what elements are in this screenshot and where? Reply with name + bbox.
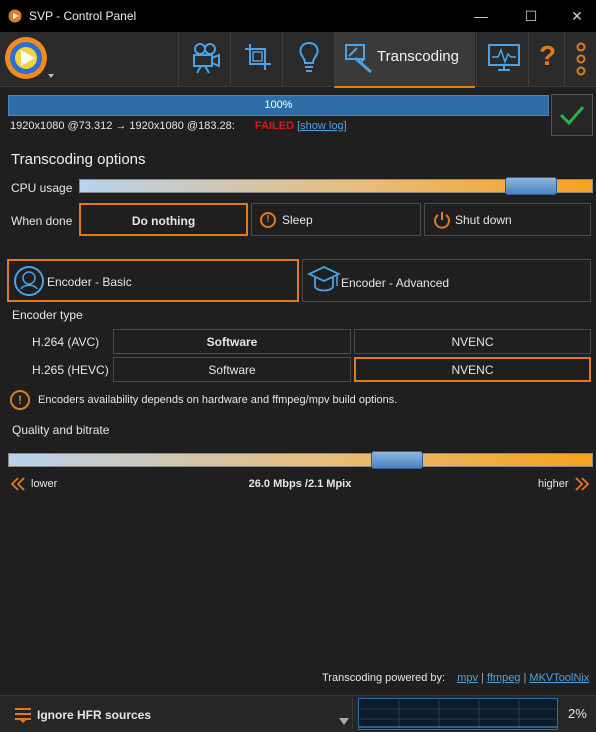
tab-transcoding-label: Transcoding [377, 48, 459, 65]
lightbulb-icon [299, 41, 319, 72]
app-icon [8, 9, 22, 23]
minimize-button[interactable]: — [458, 0, 504, 32]
h264-nvenc-button[interactable]: NVENC [354, 329, 591, 354]
monitor-button[interactable] [476, 32, 529, 86]
profile-dropdown[interactable]: Ignore HFR sources [6, 698, 353, 730]
transcoding-options-heading: Transcoding options [11, 151, 146, 168]
quality-slider-thumb[interactable] [371, 451, 424, 469]
tips-button[interactable] [282, 32, 335, 86]
crop-icon [245, 44, 271, 70]
power-icon [434, 212, 450, 229]
video-camera-icon [193, 43, 220, 74]
mpv-link[interactable]: mpv [457, 672, 478, 684]
profile-label: Ignore HFR sources [37, 708, 152, 722]
powered-by: Transcoding powered by: mpv | ffmpeg | M… [322, 672, 589, 684]
title-bar: SVP - Control Panel — ☐ ✕ [0, 0, 596, 32]
cpu-usage-slider-thumb[interactable] [505, 177, 558, 195]
sep-2: | [523, 672, 527, 684]
more-button[interactable] [564, 32, 596, 86]
h265-software-button[interactable]: Software [113, 357, 351, 382]
cpu-percent: 2% [568, 706, 587, 721]
powered-by-label: Transcoding powered by: [322, 672, 446, 684]
bracket-close: ] [343, 120, 347, 132]
encoder-advanced-tab[interactable]: Encoder - Advanced [302, 259, 591, 302]
footer: Ignore HFR sources 2% [0, 695, 596, 732]
h265-nvenc-button[interactable]: NVENC [354, 357, 591, 382]
transcoding-progress-bar: 100% [8, 95, 549, 116]
mkvtoolnix-link[interactable]: MKVToolNix [529, 672, 589, 684]
encoder-basic-icon [14, 266, 44, 296]
encoder-info-text: Encoders availability depends on hardwar… [38, 394, 398, 406]
h264-software-label: Software [206, 335, 258, 349]
status-line: 1920x1080 @73.312 → 1920x1080 @183.28: F… [10, 120, 347, 132]
cpu-usage-slider[interactable] [79, 177, 593, 195]
h264-software-button[interactable]: Software [113, 329, 351, 354]
video-button[interactable] [178, 32, 231, 86]
encoder-basic-label: Encoder - Basic [47, 275, 132, 289]
when-done-label: When done [11, 214, 73, 228]
when-done-sleep-button[interactable]: ! Sleep [251, 203, 421, 236]
show-log-link[interactable]: show log [300, 120, 343, 132]
quality-slider[interactable] [8, 451, 593, 469]
window-title: SVP - Control Panel [29, 9, 137, 23]
h265-nvenc-label: NVENC [451, 363, 494, 377]
maximize-button[interactable]: ☐ [508, 0, 554, 32]
dropdown-arrow-icon [339, 718, 349, 725]
sleep-icon: ! [260, 212, 276, 228]
menu-icon [15, 708, 31, 723]
h265-software-label: Software [208, 363, 256, 377]
h265-label: H.265 (HEVC) [32, 363, 109, 377]
more-icon [576, 42, 586, 76]
quality-higher-label: higher [538, 478, 569, 490]
h264-nvenc-label: NVENC [451, 335, 494, 349]
quality-lower-label: lower [31, 478, 58, 490]
when-done-do-nothing-button[interactable]: Do nothing [79, 203, 248, 236]
when-done-shutdown-button[interactable]: Shut down [424, 203, 591, 236]
toolbar: Transcoding ? [0, 32, 596, 88]
cpu-graph-plot [359, 699, 557, 729]
info-icon: ! [10, 390, 30, 410]
quality-label: Quality and bitrate [12, 423, 110, 437]
tab-transcoding[interactable]: Transcoding [334, 32, 475, 88]
encoder-type-label: Encoder type [12, 308, 83, 322]
crop-button[interactable] [230, 32, 283, 86]
transcoding-icon [345, 44, 372, 74]
status-failed: FAILED [254, 120, 295, 132]
fast-forward-icon [575, 477, 590, 491]
ffmpeg-link[interactable]: ffmpeg [487, 672, 520, 684]
shutdown-label: Shut down [455, 213, 512, 227]
help-button[interactable]: ? [528, 32, 565, 86]
sep-1: | [481, 672, 484, 684]
svp-logo-icon[interactable] [2, 34, 56, 84]
sleep-label: Sleep [282, 213, 313, 227]
close-button[interactable]: ✕ [554, 0, 596, 32]
cpu-graph [358, 698, 558, 730]
encoder-advanced-icon [307, 266, 341, 292]
progress-percent: 100% [264, 99, 293, 111]
monitor-icon [488, 44, 520, 71]
rewind-icon [10, 477, 25, 491]
ok-button[interactable] [551, 94, 593, 136]
encoder-basic-tab[interactable]: Encoder - Basic [7, 259, 299, 302]
help-icon: ? [539, 40, 557, 71]
status-text: 1920x1080 @73.312 → 1920x1080 @183.28: [10, 120, 235, 132]
do-nothing-label: Do nothing [131, 214, 196, 228]
encoder-advanced-label: Encoder - Advanced [341, 276, 450, 290]
cpu-usage-label: CPU usage [11, 181, 73, 195]
checkmark-icon [559, 106, 585, 126]
h264-label: H.264 (AVC) [32, 335, 100, 349]
bitrate-readout: 26.0 Mbps /2.1 Mpix [248, 478, 352, 490]
